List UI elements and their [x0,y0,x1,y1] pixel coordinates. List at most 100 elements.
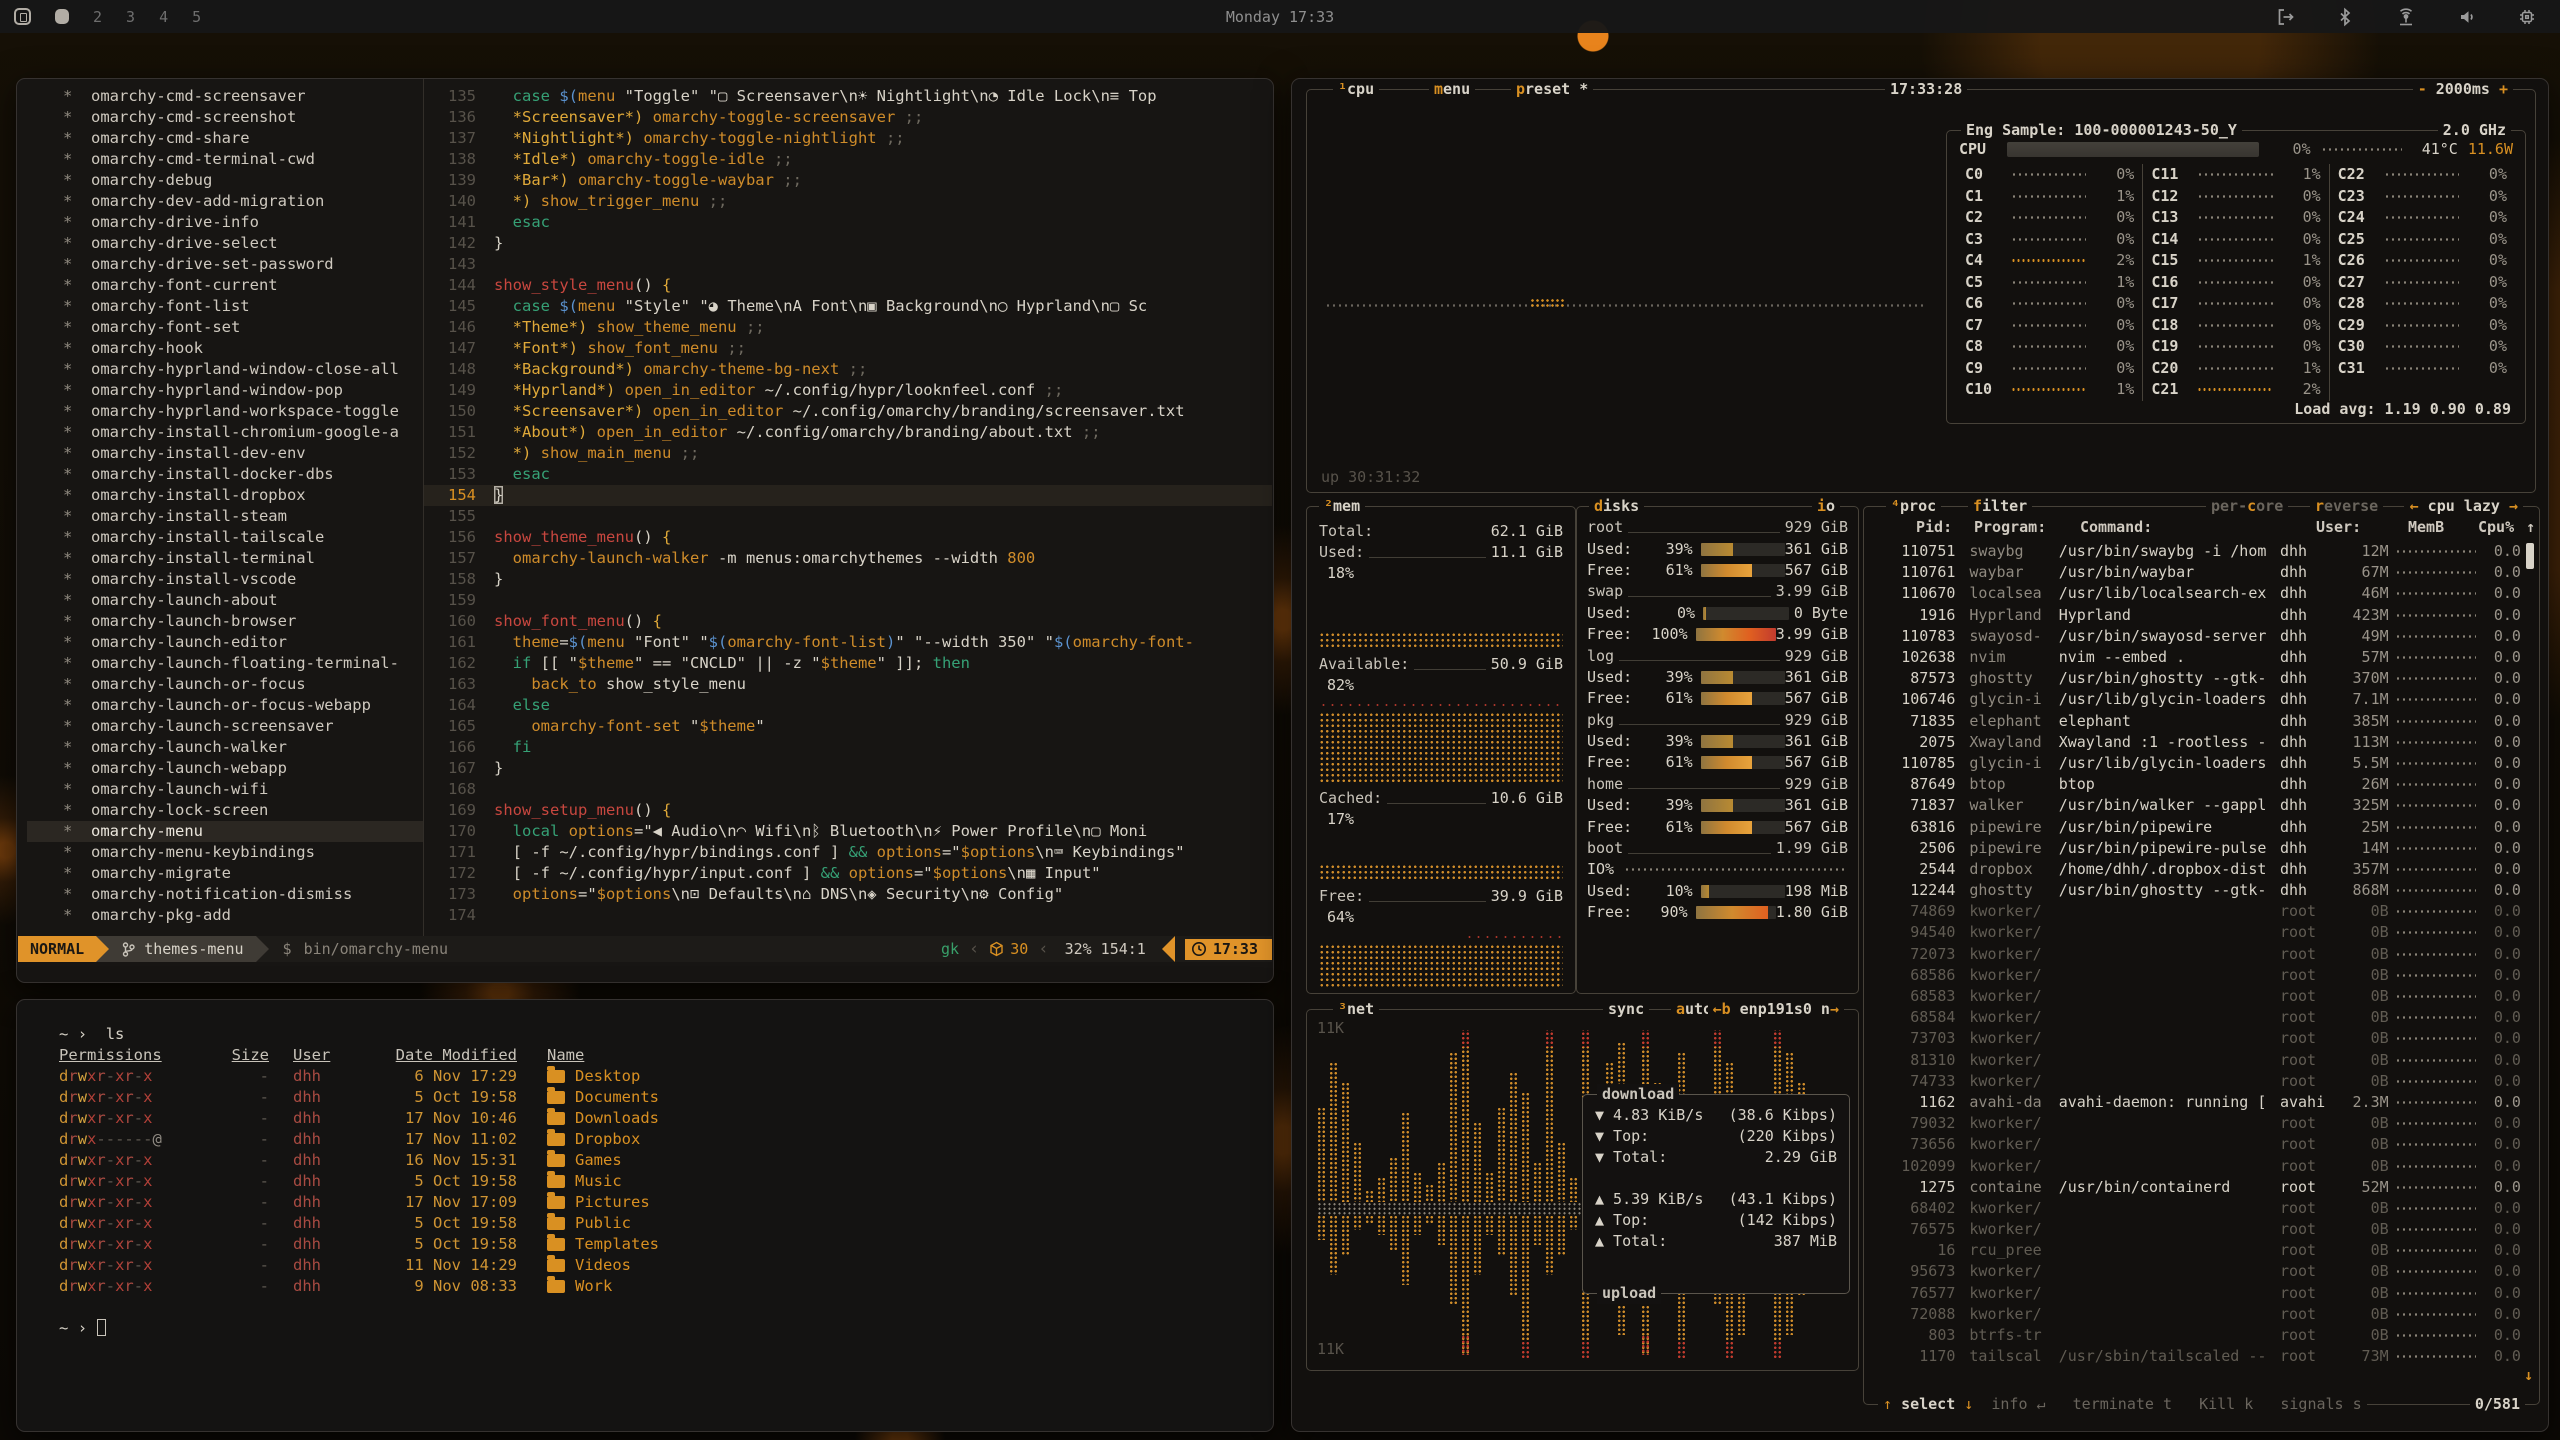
process-row[interactable]: 106746 glycin-i /usr/lib/glycin-loaders … [1870,689,2521,710]
reverse-toggle[interactable]: reverse [2310,496,2383,517]
process-row[interactable]: 12244 ghostty /usr/bin/ghostty --gtk- dh… [1870,880,2521,901]
file-list-item[interactable]: * omarchy-launch-wifi [27,779,423,800]
process-row[interactable]: 71835 elephant elephant dhh 385M 0.0 [1870,711,2521,732]
file-list-item[interactable]: * omarchy-pkg-add [27,905,423,926]
file-list-item[interactable]: * omarchy-font-current [27,275,423,296]
net-box-title[interactable]: ³net [1333,999,1379,1020]
file-list-item[interactable]: * omarchy-launch-editor [27,632,423,653]
terminal[interactable]: ~ › ls Permissions Size User Date Modifi… [17,1000,1273,1431]
process-row[interactable]: 68583 kworker/ root 0B 0.0 [1870,986,2521,1007]
process-row[interactable]: 110783 swayosd- /usr/bin/swayosd-server … [1870,626,2521,647]
process-row[interactable]: 68584 kworker/ root 0B 0.0 [1870,1007,2521,1028]
file-list-item[interactable]: * omarchy-hook [27,338,423,359]
process-row[interactable]: 2544 dropbox /home/dhh/.dropbox-dist dhh… [1870,859,2521,880]
file-list-item[interactable]: * omarchy-drive-select [27,233,423,254]
process-row[interactable]: 87573 ghostty /usr/bin/ghostty --gtk- dh… [1870,668,2521,689]
file-list-item[interactable]: * omarchy-install-chromium-google-a [27,422,423,443]
proc-scrollbar[interactable] [2526,543,2534,569]
preset-button[interactable]: preset * [1511,79,1593,100]
process-row[interactable]: 79032 kworker/ root 0B 0.0 [1870,1113,2521,1134]
net-interface[interactable]: ←b enp191s0 n→ [1708,999,1844,1020]
col-command[interactable]: Command: [2080,517,2152,538]
scroll-down-indicator[interactable]: ↓ [2524,1365,2533,1386]
process-row[interactable]: 1916 Hyprland Hyprland dhh 423M 0.0 [1870,605,2521,626]
file-list-item[interactable]: * omarchy-hyprland-window-close-all [27,359,423,380]
net-sync-toggle[interactable]: sync [1603,999,1649,1020]
file-list-item[interactable]: * omarchy-cmd-terminal-cwd [27,149,423,170]
file-list-item[interactable]: * omarchy-launch-walker [27,737,423,758]
file-list-item[interactable]: * omarchy-hyprland-window-pop [27,380,423,401]
menu-button[interactable]: menu [1429,79,1475,100]
per-core-toggle[interactable]: per-core [2206,496,2288,517]
process-row[interactable]: 16 rcu_pree root 0B 0.0 [1870,1240,2521,1261]
col-memb[interactable]: MemB [2408,517,2444,538]
file-list-item[interactable]: * omarchy-launch-screensaver [27,716,423,737]
process-row[interactable]: 94540 kworker/ root 0B 0.0 [1870,922,2521,943]
file-list-item[interactable]: * omarchy-install-tailscale [27,527,423,548]
col-cpu[interactable]: Cpu% [2478,517,2514,538]
process-row[interactable]: 74869 kworker/ root 0B 0.0 [1870,901,2521,922]
code-pane[interactable]: 135 case $(menu "Toggle" "▢ Screensaver\… [424,86,1272,936]
process-row[interactable]: 74733 kworker/ root 0B 0.0 [1870,1071,2521,1092]
process-row[interactable]: 1170 tailscal /usr/sbin/tailscaled -- ro… [1870,1346,2521,1367]
disks-box-title[interactable]: disks [1589,496,1644,517]
process-row[interactable]: 1162 avahi-da avahi-daemon: running [ av… [1870,1092,2521,1113]
process-row[interactable]: 110751 swaybg /usr/bin/swaybg -i /hom dh… [1870,541,2521,562]
process-row[interactable]: 110785 glycin-i /usr/lib/glycin-loaders … [1870,753,2521,774]
process-row[interactable]: 63816 pipewire /usr/bin/pipewire dhh 25M… [1870,816,2521,837]
refresh-interval[interactable]: - 2000ms + [2413,79,2513,100]
file-list-item[interactable]: * omarchy-install-terminal [27,548,423,569]
process-row[interactable]: 72088 kworker/ root 0B 0.0 [1870,1304,2521,1325]
filter-button[interactable]: filter [1968,496,2032,517]
file-list-item[interactable]: * omarchy-lock-screen [27,800,423,821]
file-list-item[interactable]: * omarchy-launch-or-focus-webapp [27,695,423,716]
process-row[interactable]: 68402 kworker/ root 0B 0.0 [1870,1198,2521,1219]
process-row[interactable]: 68586 kworker/ root 0B 0.0 [1870,965,2521,986]
prompt-line-2[interactable]: ~ › [59,1318,1273,1339]
file-list-item[interactable]: * omarchy-install-dropbox [27,485,423,506]
file-list-item[interactable]: * omarchy-drive-set-password [27,254,423,275]
process-row[interactable]: 110761 waybar /usr/bin/waybar dhh 67M 0.… [1870,562,2521,583]
col-user[interactable]: User: [2316,517,2361,538]
process-row[interactable]: 102099 kworker/ root 0B 0.0 [1870,1155,2521,1176]
file-list-item[interactable]: * omarchy-install-steam [27,506,423,527]
file-list-item[interactable]: * omarchy-cmd-screensaver [27,86,423,107]
file-list-item[interactable]: * omarchy-drive-info [27,212,423,233]
process-row[interactable]: 73703 kworker/ root 0B 0.0 [1870,1028,2521,1049]
process-row[interactable]: 76575 kworker/ root 0B 0.0 [1870,1219,2521,1240]
file-list-item[interactable]: * omarchy-font-set [27,317,423,338]
col-program[interactable]: Program: [1974,517,2046,538]
process-row[interactable]: 72073 kworker/ root 0B 0.0 [1870,944,2521,965]
process-row[interactable]: 76577 kworker/ root 0B 0.0 [1870,1283,2521,1304]
col-pid[interactable]: Pid: [1916,517,1952,538]
file-list-item[interactable]: * omarchy-migrate [27,863,423,884]
file-list-item[interactable]: * omarchy-launch-webapp [27,758,423,779]
process-row[interactable]: 87649 btop btop dhh 26M 0.0 [1870,774,2521,795]
file-list-item[interactable]: * omarchy-notification-dismiss [27,884,423,905]
process-row[interactable]: 110670 localsea /usr/lib/localsearch-ex … [1870,583,2521,604]
file-list-item[interactable]: * omarchy-launch-floating-terminal- [27,653,423,674]
sort-selector[interactable]: ← cpu lazy → [2405,496,2523,517]
file-list-item[interactable]: * omarchy-install-vscode [27,569,423,590]
file-list-item[interactable]: * omarchy-launch-browser [27,611,423,632]
process-row[interactable]: 73656 kworker/ root 0B 0.0 [1870,1134,2521,1155]
file-list-item[interactable]: * omarchy-dev-add-migration [27,191,423,212]
process-row[interactable]: 2506 pipewire /usr/bin/pipewire-pulse dh… [1870,838,2521,859]
file-list-item[interactable]: * omarchy-cmd-share [27,128,423,149]
process-row[interactable]: 102638 nvim nvim --embed . dhh 57M 0.0 [1870,647,2521,668]
file-list-item[interactable]: * omarchy-install-dev-env [27,443,423,464]
file-list-item[interactable]: * omarchy-launch-or-focus [27,674,423,695]
file-list-item[interactable]: * omarchy-hyprland-workspace-toggle [27,401,423,422]
file-list-item[interactable]: * omarchy-font-list [27,296,423,317]
file-list-item[interactable]: * omarchy-install-docker-dbs [27,464,423,485]
file-list-item[interactable]: * omarchy-menu [27,821,423,842]
process-row[interactable]: 71837 walker /usr/bin/walker --gappl dhh… [1870,795,2521,816]
process-row[interactable]: 81310 kworker/ root 0B 0.0 [1870,1050,2521,1071]
file-list-item[interactable]: * omarchy-cmd-screenshot [27,107,423,128]
file-list-item[interactable]: * omarchy-launch-about [27,590,423,611]
file-list-item[interactable]: * omarchy-menu-keybindings [27,842,423,863]
process-row[interactable]: 95673 kworker/ root 0B 0.0 [1870,1261,2521,1282]
cpu-box-title[interactable]: ¹cpu [1333,79,1379,100]
io-toggle[interactable]: io [1812,496,1840,517]
proc-box-title[interactable]: ⁴proc [1886,496,1941,517]
